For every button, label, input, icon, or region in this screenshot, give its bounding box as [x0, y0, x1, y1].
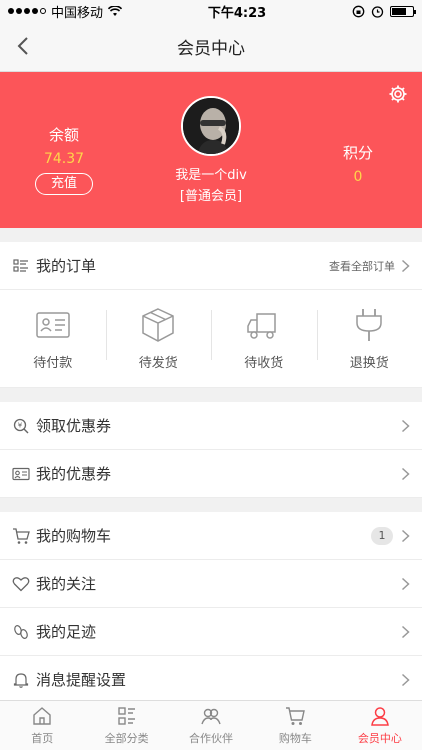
bell-icon — [13, 672, 29, 688]
page-title: 会员中心 — [177, 39, 245, 59]
points-value: 0 — [353, 169, 363, 185]
coupon-search-icon: ¥ — [13, 418, 29, 433]
user-block: 我是一个div [普通会员] — [131, 96, 291, 204]
category-icon — [117, 707, 135, 725]
points-block[interactable]: 积分 0 — [328, 142, 388, 185]
partners-icon — [201, 708, 221, 725]
plug-icon — [356, 309, 382, 341]
my-favorites-row[interactable]: 我的关注 — [0, 560, 422, 608]
svg-text:¥: ¥ — [18, 421, 23, 429]
chevron-right-icon — [401, 673, 410, 686]
my-footprints-row[interactable]: 我的足迹 — [0, 608, 422, 656]
coupon-card-icon — [12, 467, 30, 480]
home-icon — [33, 707, 51, 725]
notification-settings-label: 消息提醒设置 — [36, 671, 127, 689]
order-status-label: 待收货 — [244, 356, 284, 371]
tab-label: 首页 — [31, 732, 54, 745]
bottom-tab-bar: 首页 全部分类 合作伙伴 购物车 会员中心 — [0, 700, 422, 750]
cart-icon — [286, 707, 306, 725]
tab-partners[interactable]: 合作伙伴 — [169, 701, 253, 750]
orders-card: 我的订单 查看全部订单 待付款 待发货 待收货 退换货 — [0, 242, 422, 388]
order-status-returns[interactable]: 退换货 — [316, 290, 422, 387]
chevron-right-icon — [401, 529, 410, 542]
order-list-icon — [13, 258, 28, 272]
avatar[interactable] — [181, 96, 241, 156]
chevron-right-icon — [401, 467, 410, 480]
tab-label: 会员中心 — [357, 732, 402, 745]
back-arrow-icon[interactable] — [12, 34, 36, 58]
rotation-lock-icon — [352, 5, 365, 17]
battery-icon — [389, 5, 416, 17]
cart-icon — [13, 527, 30, 544]
my-coupons-label: 我的优惠券 — [36, 465, 112, 483]
status-time: 下午4:23 — [207, 5, 267, 21]
tab-cart[interactable]: 购物车 — [253, 701, 337, 750]
tab-member-center[interactable]: 会员中心 — [338, 701, 422, 750]
order-status-to-receive[interactable]: 待收货 — [211, 290, 317, 387]
username: 我是一个div — [175, 168, 247, 183]
tab-categories[interactable]: 全部分类 — [84, 701, 168, 750]
tab-label: 全部分类 — [104, 732, 149, 745]
balance-block: 余额 74.37 充值 — [34, 124, 94, 195]
coupons-card: ¥ 领取优惠券 我的优惠券 — [0, 402, 422, 498]
balance-value: 74.37 — [43, 151, 85, 167]
points-label: 积分 — [342, 144, 373, 162]
my-favorites-label: 我的关注 — [36, 575, 97, 593]
menu-card: 我的购物车 1 我的关注 我的足迹 消息提醒设置 — [0, 512, 422, 704]
profile-header: 余额 74.37 充值 我是一个div [普通会员] 积分 0 — [0, 72, 422, 228]
delivery-truck-icon — [247, 313, 276, 339]
chevron-right-icon — [401, 419, 410, 432]
member-icon — [370, 707, 389, 726]
package-box-icon — [142, 308, 174, 342]
order-status-label: 待发货 — [138, 356, 178, 371]
alarm-icon — [371, 5, 384, 18]
member-level: [普通会员] — [179, 189, 243, 204]
order-status-bar: 待付款 待发货 待收货 退换货 — [0, 290, 422, 388]
tab-home[interactable]: 首页 — [0, 701, 84, 750]
order-status-unpaid[interactable]: 待付款 — [0, 290, 106, 387]
view-all-orders-link[interactable]: 查看全部订单 — [329, 258, 395, 274]
get-coupons-row[interactable]: ¥ 领取优惠券 — [0, 402, 422, 450]
footprint-icon — [14, 624, 28, 639]
notification-settings-row[interactable]: 消息提醒设置 — [0, 656, 422, 704]
chevron-right-icon — [401, 577, 410, 590]
cart-count-badge: 1 — [371, 526, 393, 545]
order-status-label: 待付款 — [33, 356, 73, 371]
heart-icon — [12, 576, 30, 591]
chevron-right-icon — [401, 625, 410, 638]
order-status-to-ship[interactable]: 待发货 — [105, 290, 212, 387]
my-orders-row[interactable]: 我的订单 查看全部订单 — [0, 242, 422, 290]
carrier-name: 中国移动 — [51, 5, 104, 21]
my-cart-row[interactable]: 我的购物车 1 — [0, 512, 422, 560]
tab-label: 购物车 — [278, 732, 312, 745]
my-cart-label: 我的购物车 — [36, 527, 112, 545]
status-bar: 中国移动 下午4:23 — [0, 0, 422, 22]
payment-card-icon — [36, 312, 70, 338]
my-footprints-label: 我的足迹 — [36, 623, 97, 641]
order-status-label: 退换货 — [349, 356, 389, 371]
get-coupons-label: 领取优惠券 — [36, 417, 112, 435]
balance-label: 余额 — [48, 126, 79, 144]
my-coupons-row[interactable]: 我的优惠券 — [0, 450, 422, 498]
gear-icon[interactable] — [388, 84, 408, 104]
chevron-right-icon — [401, 259, 410, 272]
signal-strength-icon — [8, 8, 46, 14]
recharge-button[interactable]: 充值 — [35, 173, 93, 195]
wifi-icon — [108, 5, 123, 16]
my-orders-label: 我的订单 — [36, 257, 97, 275]
tab-label: 合作伙伴 — [189, 732, 234, 745]
nav-bar: 会员中心 — [0, 22, 422, 72]
